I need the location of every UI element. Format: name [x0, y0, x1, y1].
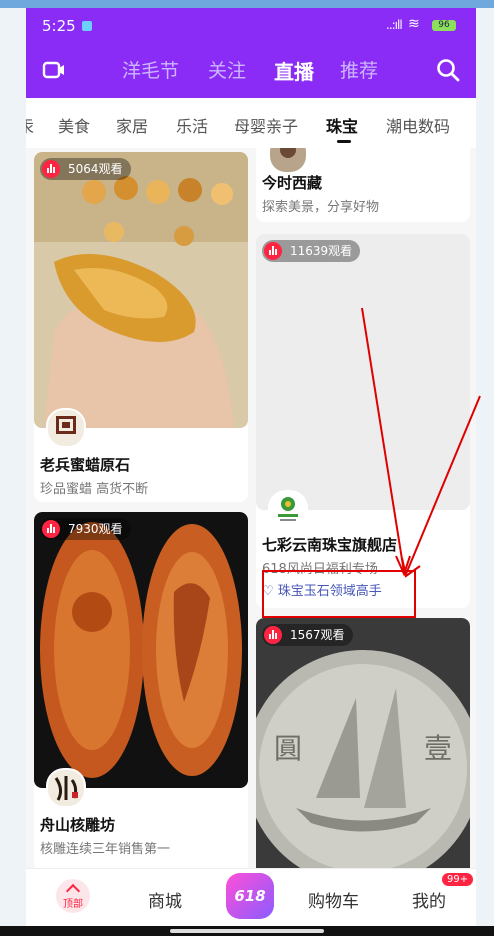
card-title: 今时西藏 [262, 174, 323, 192]
status-time: 5:25 [42, 17, 76, 35]
live-card-amber[interactable]: 5064观看 老兵蜜蜡原石 珍品蜜蜡 高货不断 [34, 152, 248, 502]
signal-icon: ..:ıll [386, 18, 403, 32]
svg-text:圓: 圓 [274, 732, 302, 765]
back-to-top-button[interactable]: 顶部 [56, 879, 90, 913]
carving-photo [34, 512, 248, 788]
live-card-carving[interactable]: 7930观看 舟山核雕坊 核雕连续三年销售第一 [34, 512, 248, 868]
viewer-count: 11639观看 [290, 244, 353, 258]
window-left-margin [0, 8, 26, 936]
camera-icon[interactable] [42, 60, 66, 80]
live-icon [42, 520, 60, 538]
bottom-nav: 顶部 商城 618 购物车 我的 99+ [26, 868, 476, 927]
card-subtitle: 探索美景，分享好物 [262, 200, 380, 215]
live-card-coin[interactable]: 圓 壹 1567观看 [256, 618, 470, 868]
live-card-yunnan-jewelry[interactable]: 11639观看 七彩云南珠宝旗舰店 618风尚日福利专场 ♡ 珠宝玉石领域高手 [256, 234, 470, 608]
tab-recommend[interactable]: 推荐 [340, 56, 378, 83]
tab-cart[interactable]: 购物车 [308, 887, 359, 912]
tab-yangmaojie[interactable]: 洋毛节 [122, 56, 179, 83]
category-mother-baby[interactable]: 母婴亲子 [234, 113, 298, 137]
profile-photo-icon [270, 148, 306, 172]
category-food[interactable]: 美食 [58, 113, 90, 137]
category-partial[interactable]: 汞 [26, 113, 34, 137]
battery-icon: 96 [432, 20, 456, 31]
amber-photo [34, 152, 248, 428]
coin-photo: 圓 壹 [256, 618, 470, 868]
category-jewelry[interactable]: 珠宝 [326, 113, 358, 137]
wifi-icon: ≋ [408, 16, 420, 32]
card-title: 七彩云南珠宝旗舰店 [262, 536, 398, 554]
viewer-badge: 1567观看 [262, 624, 353, 646]
live-card-tibet[interactable]: 今时西藏 探索美景，分享好物 [256, 148, 470, 222]
viewer-badge: 5064观看 [40, 158, 131, 180]
annotation-box [262, 570, 416, 618]
window-right-margin [476, 8, 494, 936]
yunnan-logo-icon [278, 497, 298, 521]
svg-text:壹: 壹 [424, 732, 452, 765]
card-title: 老兵蜜蜡原石 [40, 456, 131, 474]
tab-mall[interactable]: 商城 [148, 887, 182, 912]
avatar[interactable] [268, 490, 308, 530]
home-indicator [0, 926, 494, 936]
back-to-top-label: 顶部 [63, 899, 83, 910]
category-home[interactable]: 家居 [116, 113, 148, 137]
live-icon [264, 626, 282, 644]
card-subtitle: 珍品蜜蜡 高货不断 [40, 482, 149, 497]
tab-mine[interactable]: 我的 [412, 887, 446, 912]
live-icon [264, 242, 282, 260]
live-feed: 5064观看 老兵蜜蜡原石 珍品蜜蜡 高货不断 7930观看 舟山核雕坊 核雕连… [26, 148, 476, 868]
status-bar: 5:25 ..:ıll ≋ 96 [26, 8, 476, 44]
tab-follow[interactable]: 关注 [208, 56, 246, 83]
viewer-count: 7930观看 [68, 522, 123, 536]
blank-cover [256, 234, 470, 510]
notification-icon [82, 21, 92, 31]
search-icon[interactable] [436, 58, 460, 82]
category-active-indicator [337, 140, 351, 143]
viewer-badge: 7930观看 [40, 518, 131, 540]
notification-badge: 99+ [442, 873, 474, 886]
window-top-border [0, 0, 494, 8]
category-digital[interactable]: 潮电数码 [386, 113, 450, 137]
card-subtitle: 核雕连续三年销售第一 [40, 842, 171, 857]
seal-logo-icon [56, 416, 76, 434]
app-header: 5:25 ..:ıll ≋ 96 洋毛节 关注 直播 推荐 [26, 8, 476, 98]
category-leisure[interactable]: 乐活 [176, 113, 208, 137]
avatar[interactable] [268, 148, 308, 174]
viewer-badge: 11639观看 [262, 240, 361, 262]
viewer-count: 5064观看 [68, 162, 123, 176]
card-title: 舟山核雕坊 [40, 816, 116, 834]
category-bar: 汞 美食 家居 乐活 母婴亲子 珠宝 潮电数码 [26, 98, 476, 149]
avatar[interactable] [46, 768, 86, 808]
tab-live[interactable]: 直播 [274, 56, 314, 85]
calligraphy-logo-icon [54, 776, 78, 801]
live-icon [42, 160, 60, 178]
avatar[interactable] [46, 408, 86, 448]
viewer-count: 1567观看 [290, 628, 345, 642]
top-nav: 洋毛节 关注 直播 推荐 [26, 48, 476, 92]
promo-618-button[interactable]: 618 [226, 873, 274, 919]
